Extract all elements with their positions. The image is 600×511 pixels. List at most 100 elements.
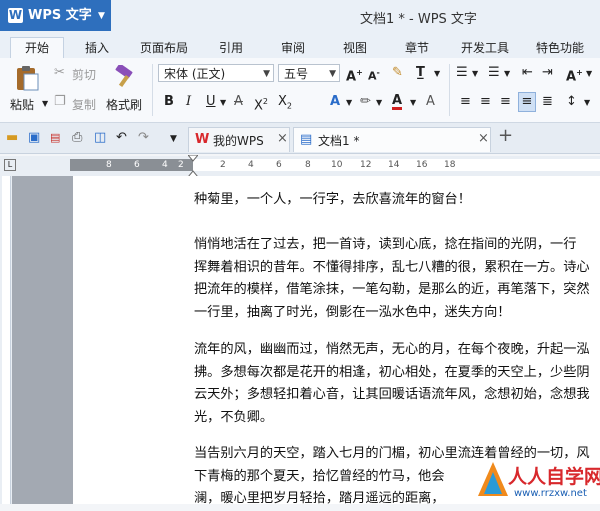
- text-effect-icon[interactable]: A: [330, 94, 340, 110]
- open-folder-icon[interactable]: ▬: [6, 130, 18, 146]
- indent-marker-icon[interactable]: [188, 155, 198, 177]
- cut-button[interactable]: 剪切: [72, 66, 96, 83]
- chevron-down-icon[interactable]: ▼: [376, 95, 382, 111]
- tab-insert[interactable]: 插入: [78, 38, 116, 58]
- tab-page-layout[interactable]: 页面布局: [134, 38, 194, 58]
- highlight-icon[interactable]: ✏: [360, 94, 371, 110]
- strikethrough-icon[interactable]: A: [234, 94, 243, 110]
- divider: [152, 64, 153, 116]
- text-format-icon[interactable]: T̲: [416, 65, 425, 81]
- subscript-icon[interactable]: X2: [278, 94, 292, 115]
- font-family-select[interactable]: 宋体 (正文) ▼: [158, 64, 274, 82]
- tab-view[interactable]: 视图: [336, 38, 374, 58]
- align-right-icon[interactable]: ≡: [500, 94, 511, 110]
- print-preview-icon[interactable]: ◫: [94, 130, 106, 146]
- distributed-align-icon[interactable]: ≣: [542, 94, 553, 110]
- chevron-down-icon: ▼: [98, 11, 105, 21]
- text-line: 一行里，抽离了时光，倒影在一泓水色中，迷失方向！: [194, 304, 511, 320]
- ruler-tick: 4: [162, 160, 168, 170]
- app-menu-button[interactable]: W WPS 文字 ▼: [0, 0, 111, 31]
- chevron-down-icon: ▼: [329, 69, 336, 79]
- font-color-icon[interactable]: A: [392, 94, 403, 110]
- tab-references[interactable]: 引用: [212, 38, 250, 58]
- shrink-font-icon[interactable]: A-: [368, 65, 380, 85]
- tab-home[interactable]: 开始: [10, 37, 64, 59]
- new-tab-icon[interactable]: +: [498, 127, 513, 145]
- tab-document[interactable]: ▤ 文档1 * ×: [293, 127, 491, 152]
- watermark-logo-icon: [478, 462, 508, 496]
- customize-toolbar-icon[interactable]: ▼: [170, 131, 177, 147]
- tab-features[interactable]: 特色功能: [528, 38, 592, 58]
- numbered-list-icon[interactable]: ☰: [488, 65, 500, 81]
- ruler-tick: 18: [444, 160, 456, 170]
- close-icon[interactable]: ×: [277, 131, 288, 146]
- clear-format-icon[interactable]: ✎: [392, 65, 403, 81]
- italic-icon[interactable]: I: [186, 94, 191, 110]
- char-border-icon[interactable]: A: [426, 94, 435, 110]
- watermark-text: 人人自学网: [508, 462, 600, 489]
- pdf-icon[interactable]: ▤: [50, 130, 60, 146]
- app-name: WPS 文字: [28, 8, 92, 23]
- divider: [449, 64, 450, 116]
- bold-icon[interactable]: B: [164, 94, 174, 110]
- watermark-url: www.rrzxw.net: [514, 488, 587, 499]
- paragraph-3[interactable]: 流年的风，幽幽而过，悄然无声，无心的月，在每个夜晚，升起一泓 拂。多想每次都是花…: [194, 339, 590, 429]
- save-icon[interactable]: ▣: [28, 130, 40, 146]
- document-tab-strip: ▬ ▣ ▤ ⎙ ◫ ↶ ↷ ▼ W 我的WPS × ▤ 文档1 * × +: [0, 123, 600, 154]
- wps-logo-icon: W: [195, 132, 210, 147]
- paragraph-2[interactable]: 悄悄地活在了过去，把一首诗，读到心底，捻在指间的光阴，一行 挥舞着相识的昔年。不…: [194, 234, 590, 324]
- print-icon[interactable]: ⎙: [72, 130, 82, 146]
- increase-indent-icon[interactable]: ⇥: [542, 65, 553, 81]
- font-size-select[interactable]: 五号 ▼: [278, 64, 340, 82]
- text-line: 拂。多想每次都是花开的相逢，初心相处，在夏季的天空上，少些阴: [194, 364, 590, 380]
- chevron-down-icon[interactable]: ▼: [504, 66, 510, 82]
- page-background: [12, 176, 73, 504]
- text-line: 流年的风，幽幽而过，悄然无声，无心的月，在每个夜晚，升起一泓: [194, 342, 590, 357]
- superscript-icon[interactable]: X2: [254, 94, 268, 114]
- bullet-list-icon[interactable]: ☰: [456, 65, 468, 81]
- paste-label[interactable]: 粘贴: [10, 96, 34, 113]
- decrease-indent-icon[interactable]: ⇤: [522, 65, 533, 81]
- tab-label: 文档1 *: [318, 134, 360, 148]
- tab-section[interactable]: 章节: [398, 38, 436, 58]
- copy-icon[interactable]: ❐: [54, 94, 66, 110]
- justify-icon[interactable]: ≡: [518, 92, 536, 112]
- text-line: 种菊里，一个人，一行字，去欣喜流年的窗台！: [194, 192, 471, 207]
- chevron-down-icon[interactable]: ▼: [346, 95, 352, 111]
- text-line: 挥舞着相识的昔年。不懂得排序，乱七八糟的很，累积在一方。诗心: [194, 259, 590, 275]
- grow-font-icon[interactable]: A+: [346, 65, 363, 85]
- line-spacing-icon[interactable]: ↕: [566, 94, 577, 110]
- paragraph-1[interactable]: 种菊里，一个人，一行字，去欣喜流年的窗台！: [194, 189, 471, 212]
- close-icon[interactable]: ×: [478, 131, 489, 146]
- format-painter-icon[interactable]: [113, 65, 135, 89]
- redo-icon[interactable]: ↷: [138, 130, 149, 146]
- ruler-tick: 14: [388, 160, 400, 170]
- chevron-down-icon[interactable]: ▼: [220, 95, 226, 111]
- align-center-icon[interactable]: ≡: [480, 94, 491, 110]
- chevron-down-icon[interactable]: ▼: [42, 96, 48, 112]
- ruler-tick: 4: [248, 160, 254, 170]
- ribbon-home: 粘贴 ▼ ✂ 剪切 ❐ 复制 格式刷 宋体 (正文) ▼ 五号 ▼ A+ A- …: [0, 58, 600, 123]
- chevron-down-icon[interactable]: ▼: [584, 95, 590, 111]
- scissors-icon[interactable]: ✂: [54, 65, 65, 81]
- chevron-down-icon[interactable]: ▼: [472, 66, 478, 82]
- tab-developer[interactable]: 开发工具: [454, 38, 516, 58]
- undo-icon[interactable]: ↶: [116, 130, 127, 146]
- underline-icon[interactable]: U: [206, 94, 216, 110]
- paste-icon[interactable]: [14, 64, 40, 92]
- copy-button[interactable]: 复制: [72, 96, 96, 113]
- tab-stop-icon[interactable]: L: [4, 159, 16, 171]
- text-line: 把流年的模样，借笔涂抹，一笔勾勒，是那么的近，再笔落下，突然: [194, 282, 590, 297]
- tab-my-wps[interactable]: W 我的WPS ×: [188, 127, 290, 152]
- wps-logo-icon: W: [8, 8, 23, 23]
- document-icon: ▤: [300, 132, 313, 147]
- chinese-layout-icon[interactable]: A+: [566, 65, 583, 85]
- chevron-down-icon[interactable]: ▼: [410, 95, 416, 111]
- font-size-value: 五号: [284, 67, 309, 81]
- ruler-tick: 12: [360, 160, 372, 170]
- format-painter-label[interactable]: 格式刷: [106, 96, 142, 113]
- tab-review[interactable]: 审阅: [274, 38, 312, 58]
- chevron-down-icon[interactable]: ▼: [586, 66, 592, 82]
- align-left-icon[interactable]: ≡: [460, 94, 471, 110]
- chevron-down-icon[interactable]: ▼: [434, 66, 440, 82]
